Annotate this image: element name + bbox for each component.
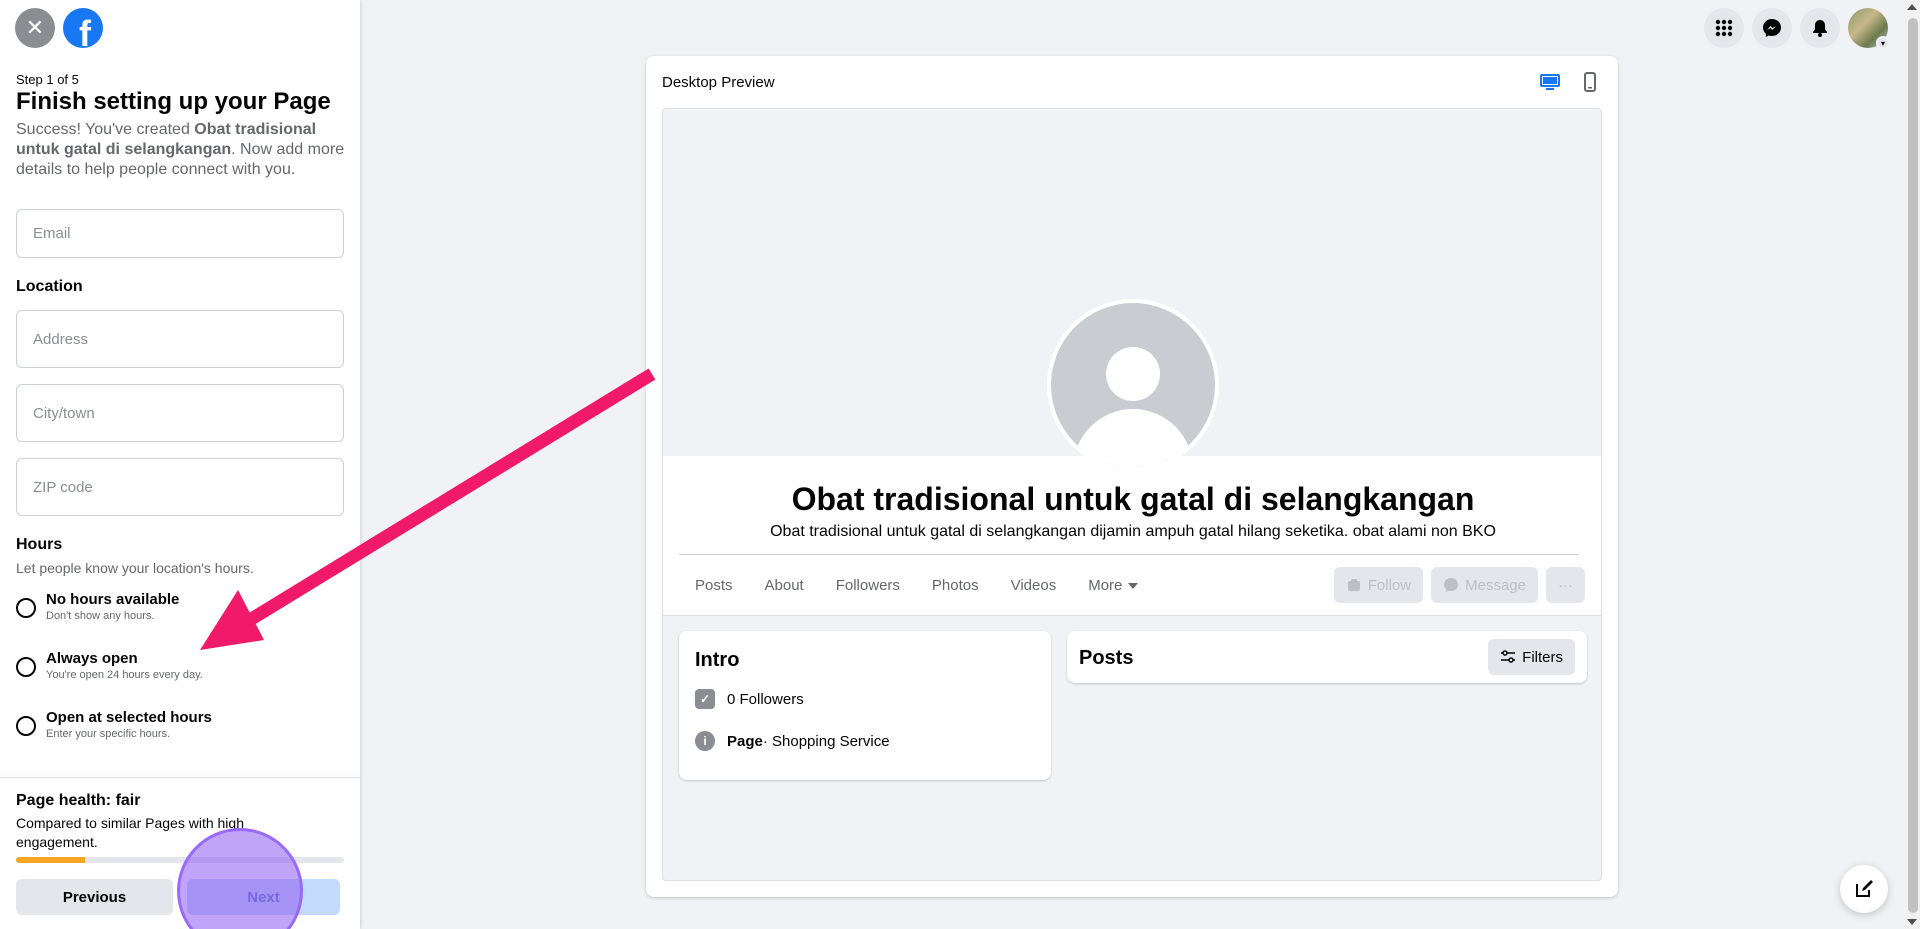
radio-label: Always open (46, 650, 138, 667)
email-field[interactable] (16, 209, 344, 258)
location-title: Location (16, 278, 83, 295)
tab-videos[interactable]: Videos (995, 569, 1073, 602)
hours-option-always-open[interactable]: Always open You're open 24 hours every d… (16, 647, 346, 697)
city-field[interactable] (16, 384, 344, 442)
page-health-title: Page health: fair (16, 792, 141, 809)
radio-hint: You're open 24 hours every day. (46, 669, 203, 681)
radio-button[interactable] (16, 657, 36, 677)
scroll-up-icon[interactable] (1907, 4, 1917, 10)
scrollbar[interactable] (1905, 0, 1920, 929)
scroll-down-icon[interactable] (1907, 919, 1917, 925)
grid-menu-icon[interactable] (1704, 8, 1744, 48)
page-action-buttons: Follow Message ··· (1333, 567, 1585, 603)
step-label: Step 1 of 5 (16, 72, 79, 87)
preview-card: Desktop Preview Obat tradisional untuk g… (646, 56, 1618, 897)
follow-button[interactable]: Follow (1333, 567, 1424, 603)
compose-button[interactable] (1840, 865, 1888, 913)
scroll-thumb[interactable] (1908, 18, 1918, 913)
address-input[interactable] (17, 311, 343, 367)
panel-top-icons: ✕ f (15, 8, 103, 48)
tab-more-label: More (1088, 577, 1123, 594)
previous-button[interactable]: Previous (16, 879, 173, 915)
tab-about[interactable]: About (749, 569, 820, 602)
info-icon: i (695, 731, 715, 751)
email-input[interactable] (17, 210, 343, 257)
tab-posts[interactable]: Posts (679, 569, 749, 602)
bell-icon[interactable] (1800, 8, 1840, 48)
message-label: Message (1465, 576, 1526, 594)
page-health-fill (16, 857, 85, 863)
city-input[interactable] (17, 385, 343, 441)
tab-followers[interactable]: Followers (820, 569, 916, 602)
caret-down-icon (1128, 582, 1139, 589)
radio-label: Open at selected hours (46, 709, 212, 726)
follow-icon (1347, 579, 1360, 591)
messenger-icon[interactable] (1752, 8, 1792, 48)
hours-subtitle: Let people know your location's hours. (16, 560, 254, 576)
top-right-nav: ▾ (1704, 8, 1890, 50)
panel-footer: Page health: fair Compared to similar Pa… (0, 777, 360, 929)
radio-label: No hours available (46, 591, 180, 608)
page-type-row: i Page · Shopping Service (695, 731, 890, 751)
page-name: Obat tradisional untuk gatal di selangka… (791, 481, 1475, 517)
hours-option-none[interactable]: No hours available Don't show any hours. (16, 588, 346, 638)
address-field[interactable] (16, 310, 344, 368)
zip-input[interactable] (17, 459, 343, 515)
compose-icon (1856, 880, 1873, 897)
page-health-bar (16, 857, 344, 863)
preview-title: Desktop Preview (662, 74, 775, 91)
intro-title: Intro (695, 649, 740, 671)
panel-description: Success! You've created Obat tradisional… (16, 120, 346, 180)
desktop-icon[interactable] (1538, 70, 1562, 94)
facebook-logo-icon[interactable]: f (63, 8, 103, 48)
radio-button[interactable] (16, 716, 36, 736)
filters-button[interactable]: Filters (1488, 639, 1575, 675)
device-toggle (1538, 70, 1602, 94)
mobile-icon[interactable] (1578, 70, 1602, 94)
page-health-description: Compared to similar Pages with high enga… (16, 815, 244, 850)
messenger-icon (1444, 578, 1459, 592)
chevron-down-icon[interactable]: ▾ (1876, 36, 1890, 50)
radio-button[interactable] (16, 598, 36, 618)
followers-row: ✓ 0 Followers (695, 689, 804, 709)
hours-title: Hours (16, 536, 63, 553)
followers-text: 0 Followers (727, 690, 804, 708)
page-type-bold: Page (727, 732, 763, 750)
default-avatar-icon (1051, 303, 1215, 467)
posts-card: Posts Filters (1067, 631, 1587, 683)
hours-option-selected[interactable]: Open at selected hours Enter your specif… (16, 706, 346, 756)
radio-hint: Don't show any hours. (46, 610, 155, 622)
tab-photos[interactable]: Photos (916, 569, 995, 602)
zip-field[interactable] (16, 458, 344, 516)
header-divider (679, 554, 1579, 555)
radio-hint: Enter your specific hours. (46, 728, 171, 740)
page-description: Obat tradisional untuk gatal di selangka… (770, 523, 1496, 540)
page-nav-tabs: Posts About Followers Photos Videos More (679, 569, 1154, 602)
filters-label: Filters (1522, 648, 1563, 666)
page-type-rest: · Shopping Service (762, 732, 890, 750)
intro-card: Intro ✓ 0 Followers i Page · Shopping Se… (679, 631, 1051, 780)
filters-icon (1501, 650, 1516, 663)
profile-avatar[interactable]: ▾ (1848, 8, 1890, 50)
page-preview-frame: Obat tradisional untuk gatal di selangka… (662, 108, 1602, 881)
profile-picture (1047, 299, 1219, 471)
desc-prefix: Success! You've created (16, 121, 195, 138)
follow-label: Follow (1367, 576, 1412, 594)
close-icon[interactable]: ✕ (15, 8, 55, 48)
setup-panel: ✕ f Step 1 of 5 Finish setting up your P… (0, 0, 360, 929)
followers-icon: ✓ (695, 689, 715, 709)
message-button[interactable]: Message (1431, 567, 1538, 603)
tab-more[interactable]: More (1072, 569, 1154, 602)
next-button[interactable]: Next (187, 879, 340, 915)
posts-title: Posts (1079, 647, 1134, 669)
more-options-button[interactable]: ··· (1546, 567, 1585, 603)
panel-title: Finish setting up your Page (16, 88, 331, 115)
